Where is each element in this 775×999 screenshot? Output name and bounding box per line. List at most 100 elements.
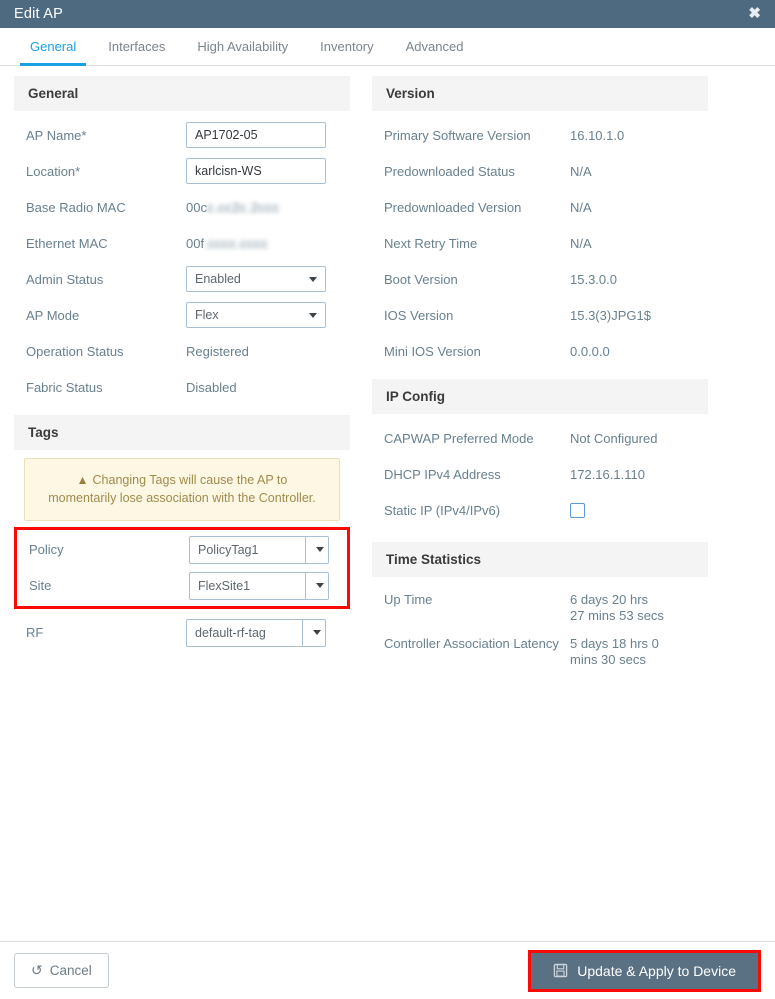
chevron-down-icon (316, 547, 324, 553)
field-location: Location* karlcisn-WS (14, 153, 350, 189)
boot-version-label: Boot Version (384, 271, 458, 287)
close-icon[interactable]: ✖ (746, 4, 763, 25)
dhcp-ipv4-address-value: 172.16.1.110 (570, 466, 645, 482)
operation-status-label: Operation Status (26, 343, 124, 359)
ip-config-section-header: IP Config (372, 379, 708, 414)
field-base-radio-mac: Base Radio MAC 00c c.cc2c.2ccc (14, 189, 350, 225)
version-section-header: Version (372, 76, 708, 111)
tab-general[interactable]: General (14, 28, 92, 66)
site-tag-value: FlexSite1 (189, 571, 305, 600)
up-time-value: 6 days 20 hrs 27 mins 53 secs (570, 592, 664, 624)
ethernet-mac-redacted: .cccc.cccc (204, 235, 269, 251)
predownloaded-version-value: N/A (570, 199, 592, 215)
rf-tag-dropdown-button[interactable] (302, 618, 326, 647)
ios-version-label: IOS Version (384, 307, 454, 323)
site-tag-label: Site (29, 578, 52, 594)
cancel-button[interactable]: ↺ Cancel (14, 953, 109, 988)
rf-tag-select[interactable]: default-rf-tag (186, 618, 326, 647)
field-ap-mode: AP Mode Flex (14, 297, 350, 333)
static-ip-checkbox[interactable] (570, 502, 585, 518)
field-dhcp-ipv4-address: DHCP IPv4 Address 172.16.1.110 (372, 456, 708, 492)
left-column: General AP Name* AP1702-05 Location* kar… (14, 76, 350, 651)
field-predownloaded-status: Predownloaded Status N/A (372, 153, 708, 189)
dialog-body: General AP Name* AP1702-05 Location* kar… (0, 66, 775, 941)
predownloaded-status-label: Predownloaded Status (384, 163, 515, 179)
predownloaded-version-label: Predownloaded Version (384, 199, 522, 215)
location-input[interactable]: karlcisn-WS (186, 158, 326, 184)
field-next-retry-time: Next Retry Time N/A (372, 225, 708, 261)
ethernet-mac-label: Ethernet MAC (26, 235, 108, 251)
rf-tag-value: default-rf-tag (186, 618, 302, 647)
next-retry-time-value: N/A (570, 235, 592, 251)
chevron-down-icon (316, 583, 324, 589)
dialog-footer: ↺ Cancel Update & Apply to Device (0, 941, 775, 999)
warning-triangle-icon: ▲ (76, 473, 89, 487)
site-tag-dropdown-button[interactable] (305, 571, 329, 600)
controller-association-latency-label: Controller Association Latency (384, 636, 559, 651)
field-capwap-preferred-mode: CAPWAP Preferred Mode Not Configured (372, 420, 708, 456)
site-tag-select[interactable]: FlexSite1 (189, 571, 329, 600)
mini-ios-version-label: Mini IOS Version (384, 343, 481, 359)
tab-high-availability[interactable]: High Availability (181, 28, 304, 65)
base-radio-mac-visible: 00c (186, 199, 207, 215)
field-primary-software-version: Primary Software Version 16.10.1.0 (372, 117, 708, 153)
dialog-title: Edit AP (14, 6, 63, 22)
tab-inventory[interactable]: Inventory (304, 28, 389, 65)
static-ip-label: Static IP (IPv4/IPv6) (384, 502, 501, 518)
field-boot-version: Boot Version 15.3.0.0 (372, 261, 708, 297)
tags-section-header: Tags (14, 415, 350, 450)
predownloaded-status-value: N/A (570, 163, 592, 179)
ap-mode-select[interactable]: Flex (186, 302, 326, 328)
base-radio-mac-redacted: c.cc2c.2ccc (206, 199, 280, 215)
tab-advanced[interactable]: Advanced (390, 28, 480, 65)
chevron-down-icon (309, 276, 317, 282)
field-rf-tag: RF default-rf-tag (14, 615, 350, 651)
base-radio-mac-value: 00c c.cc2c.2ccc (186, 200, 350, 215)
chevron-down-icon (309, 312, 317, 318)
dhcp-ipv4-address-label: DHCP IPv4 Address (384, 466, 501, 482)
controller-association-latency-value: 5 days 18 hrs 0 mins 30 secs (570, 636, 659, 668)
location-label: Location* (26, 163, 81, 179)
tab-interfaces[interactable]: Interfaces (92, 28, 181, 65)
update-and-apply-button-label: Update & Apply to Device (577, 962, 736, 979)
policy-tag-dropdown-button[interactable] (305, 535, 329, 564)
policy-tag-select[interactable]: PolicyTag1 (189, 535, 329, 564)
field-admin-status: Admin Status Enabled (14, 261, 350, 297)
tab-bar: General Interfaces High Availability Inv… (0, 28, 775, 66)
admin-status-select[interactable]: Enabled (186, 266, 326, 292)
fabric-status-value: Disabled (186, 379, 237, 395)
field-predownloaded-version: Predownloaded Version N/A (372, 189, 708, 225)
field-mini-ios-version: Mini IOS Version 0.0.0.0 (372, 333, 708, 369)
tags-highlight-box: Policy PolicyTag1 Site FlexSite1 (14, 526, 350, 609)
tags-warning-banner: ▲ Changing Tags will cause the AP to mome… (24, 458, 340, 521)
ap-name-label: AP Name* (26, 127, 87, 143)
ap-mode-label: AP Mode (26, 307, 80, 323)
right-column: Version Primary Software Version 16.10.1… (372, 76, 708, 671)
field-policy-tag: Policy PolicyTag1 (17, 532, 347, 568)
ios-version-value: 15.3(3)JPG1$ (570, 307, 651, 323)
cancel-button-label: Cancel (49, 963, 92, 978)
chevron-down-icon (313, 630, 321, 636)
policy-tag-label: Policy (29, 542, 64, 558)
field-ios-version: IOS Version 15.3(3)JPG1$ (372, 297, 708, 333)
boot-version-value: 15.3.0.0 (570, 271, 617, 287)
admin-status-label: Admin Status (26, 271, 104, 287)
apply-button-highlight: Update & Apply to Device (528, 949, 761, 992)
capwap-preferred-mode-label: CAPWAP Preferred Mode (384, 430, 534, 446)
next-retry-time-label: Next Retry Time (384, 235, 478, 251)
ethernet-mac-visible: 00f (186, 235, 205, 251)
field-operation-status: Operation Status Registered (14, 333, 350, 369)
dialog-titlebar: Edit AP ✖ (0, 0, 775, 28)
update-and-apply-button[interactable]: Update & Apply to Device (531, 952, 758, 989)
primary-software-version-label: Primary Software Version (384, 127, 531, 143)
field-ethernet-mac: Ethernet MAC 00f .cccc.cccc (14, 225, 350, 261)
time-statistics-section-header: Time Statistics (372, 542, 708, 577)
base-radio-mac-label: Base Radio MAC (26, 199, 126, 215)
field-static-ip: Static IP (IPv4/IPv6) (372, 492, 708, 528)
up-time-label: Up Time (384, 592, 433, 607)
rf-tag-label: RF (26, 625, 44, 641)
ap-name-input[interactable]: AP1702-05 (186, 122, 326, 148)
mini-ios-version-value: 0.0.0.0 (570, 343, 610, 359)
save-icon (553, 963, 568, 978)
field-fabric-status: Fabric Status Disabled (14, 369, 350, 405)
